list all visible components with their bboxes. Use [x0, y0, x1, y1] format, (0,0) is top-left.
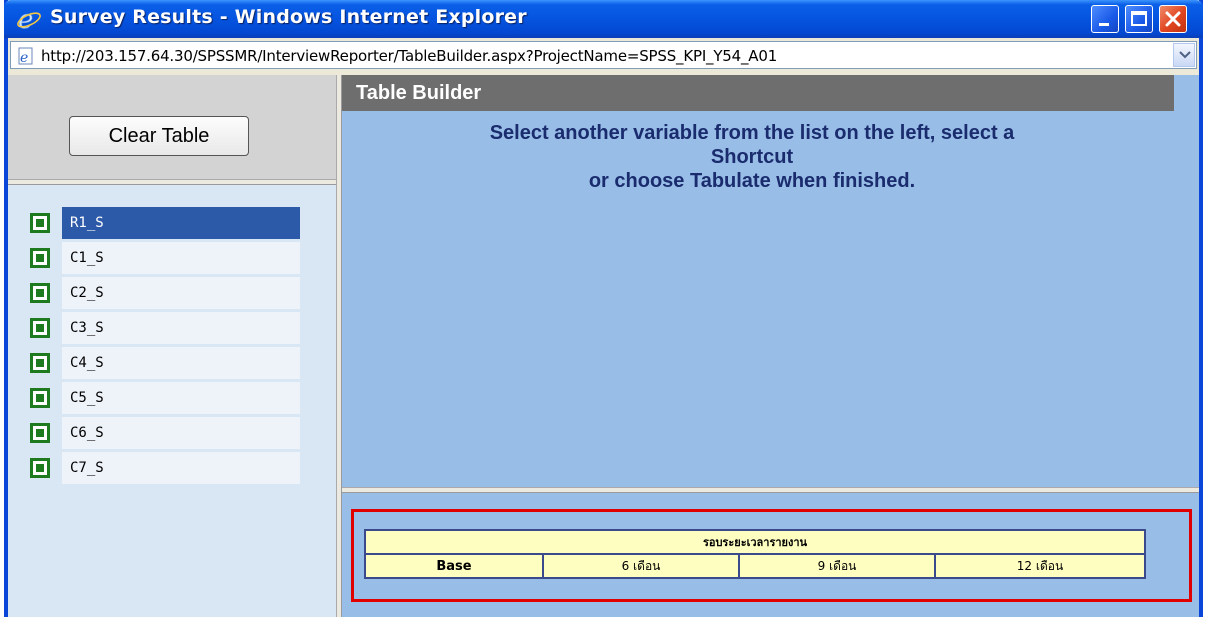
address-dropdown-button[interactable]: [1173, 43, 1195, 67]
variable-icon: [30, 248, 50, 268]
variable-label: C7_S: [62, 452, 300, 484]
variable-icon: [30, 283, 50, 303]
table-cell-base: Base: [364, 553, 544, 579]
variable-label: R1_S: [62, 207, 300, 239]
minimize-button[interactable]: [1091, 5, 1119, 33]
variable-item-c4-s[interactable]: C4_S: [24, 347, 300, 379]
url-text: http://203.157.64.30/SPSSMR/InterviewRep…: [41, 47, 778, 65]
table-cell: 9 เดือน: [738, 553, 936, 579]
close-button[interactable]: [1159, 5, 1187, 33]
address-bar: e http://203.157.64.30/SPSSMR/InterviewR…: [8, 38, 1199, 74]
variable-label: C5_S: [62, 382, 300, 414]
maximize-icon: [1131, 11, 1147, 26]
variable-item-c1-s[interactable]: C1_S: [24, 242, 300, 274]
variable-icon: [30, 353, 50, 373]
maximize-button[interactable]: [1125, 5, 1153, 33]
variable-label: C6_S: [62, 417, 300, 449]
table-builder-header: Table Builder: [342, 75, 1174, 111]
page-content: Clear Table R1_S C1_S C2_S C3_S C4_S C5_…: [8, 75, 1199, 617]
address-field[interactable]: e http://203.157.64.30/SPSSMR/InterviewR…: [10, 41, 1197, 69]
table-row: Base 6 เดือน 9 เดือน 12 เดือน: [364, 553, 1146, 579]
table-cell: 6 เดือน: [542, 553, 740, 579]
variable-label: C4_S: [62, 347, 300, 379]
variable-icon: [30, 318, 50, 338]
clear-table-button[interactable]: Clear Table: [69, 116, 249, 156]
variable-item-c7-s[interactable]: C7_S: [24, 452, 300, 484]
chevron-down-icon: [1179, 51, 1191, 59]
variable-item-c3-s[interactable]: C3_S: [24, 312, 300, 344]
instruction-line-3: or choose Tabulate when finished.: [588, 170, 916, 192]
instruction-line-2: Shortcut: [710, 146, 794, 168]
table-builder-panel: Table Builder Select another variable fr…: [342, 75, 1199, 487]
variable-icon: [30, 388, 50, 408]
variable-list: R1_S C1_S C2_S C3_S C4_S C5_S C6_S C7_S: [8, 185, 336, 617]
variable-icon: [30, 423, 50, 443]
table-preview-panel: รอบระยะเวลารายงาน Base 6 เดือน 9 เดือน 1…: [342, 493, 1199, 617]
variable-label: C1_S: [62, 242, 300, 274]
svg-text:e: e: [20, 50, 28, 65]
variable-item-c5-s[interactable]: C5_S: [24, 382, 300, 414]
instruction-line-1: Select another variable from the list on…: [489, 122, 1015, 144]
preview-table: รอบระยะเวลารายงาน Base 6 เดือน 9 เดือน 1…: [364, 529, 1146, 579]
internet-explorer-icon: e: [17, 6, 41, 32]
table-row: รอบระยะเวลารายงาน: [364, 529, 1146, 555]
close-icon: [1165, 11, 1181, 27]
left-toolbar: Clear Table: [8, 75, 336, 179]
variable-label: C3_S: [62, 312, 300, 344]
variable-label: C2_S: [62, 277, 300, 309]
title-bar[interactable]: e Survey Results - Windows Internet Expl…: [4, 0, 1203, 38]
page-icon: e: [18, 47, 33, 65]
variable-item-r1-s[interactable]: R1_S: [24, 207, 300, 239]
minimize-icon: [1099, 23, 1109, 26]
variable-item-c2-s[interactable]: C2_S: [24, 277, 300, 309]
variable-icon: [30, 213, 50, 233]
table-cell: 12 เดือน: [934, 553, 1146, 579]
group-header-cell: รอบระยะเวลารายงาน: [364, 529, 1146, 555]
browser-window: e Survey Results - Windows Internet Expl…: [4, 0, 1203, 617]
window-title: Survey Results - Windows Internet Explor…: [50, 6, 527, 28]
variable-icon: [30, 458, 50, 478]
variable-item-c6-s[interactable]: C6_S: [24, 417, 300, 449]
instruction-text: Select another variable from the list on…: [382, 121, 1122, 193]
